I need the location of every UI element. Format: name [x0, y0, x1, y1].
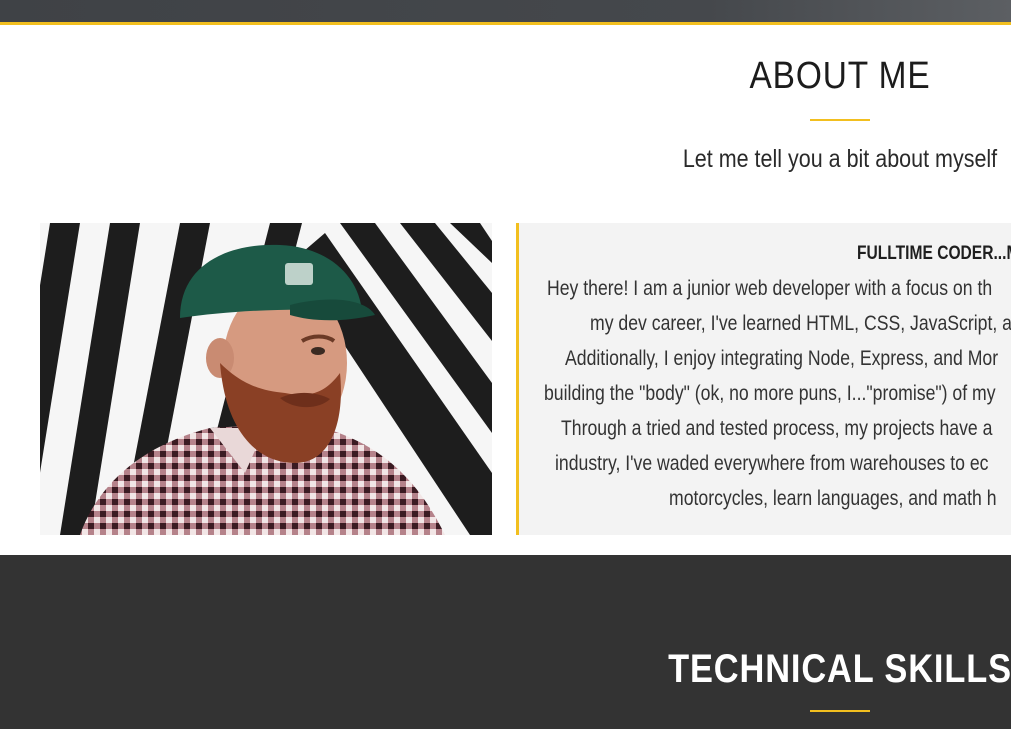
card-heading: FULLTIME CODER...M	[857, 243, 1011, 264]
card-text-line: Additionally, I enjoy integrating Node, …	[565, 347, 999, 370]
card-text-line: industry, I've waded everywhere from war…	[555, 452, 989, 475]
about-subtitle: Let me tell you a bit about myself	[682, 145, 998, 173]
about-title-underline	[810, 119, 870, 121]
card-text-line: motorcycles, learn languages, and math h	[669, 487, 997, 510]
portrait-photo	[40, 223, 492, 535]
card-text-line: my dev career, I've learned HTML, CSS, J…	[590, 312, 1011, 335]
top-navbar	[0, 0, 1011, 22]
about-section: ABOUT ME Let me tell you a bit about mys…	[0, 25, 1011, 555]
technical-skills-section: TECHNICAL SKILLS	[0, 555, 1011, 729]
card-text-line: Hey there! I am a junior web developer w…	[547, 277, 993, 300]
skills-title: TECHNICAL SKILLS	[668, 647, 1011, 691]
about-card: FULLTIME CODER...M Hey there! I am a jun…	[516, 223, 1011, 535]
about-title: ABOUT ME	[749, 55, 931, 97]
skills-title-underline	[810, 710, 870, 712]
card-text-line: Through a tried and tested process, my p…	[561, 417, 993, 440]
card-text-line: building the "body" (ok, no more puns, I…	[544, 382, 996, 405]
portrait-photo-icon	[40, 223, 492, 535]
